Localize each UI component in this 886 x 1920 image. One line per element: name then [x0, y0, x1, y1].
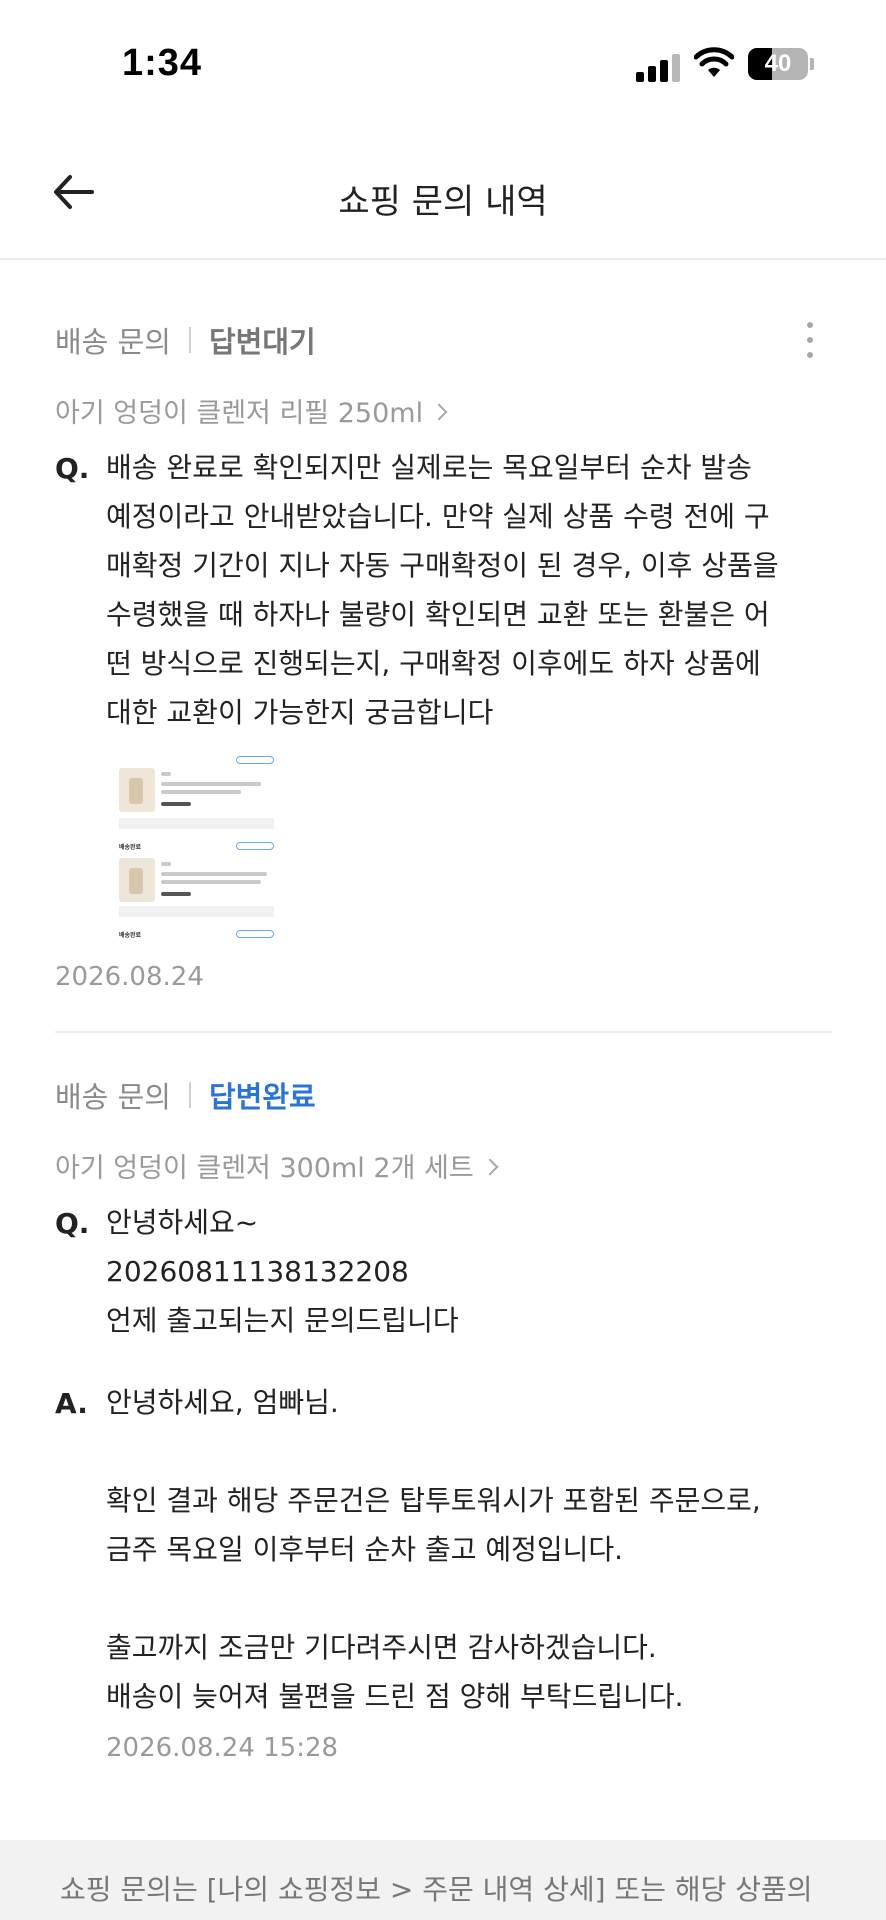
inquiry-status: 답변대기 [208, 325, 316, 359]
product-name: 아기 엉덩이 클렌저 리필 250ml [55, 398, 424, 429]
inquiry-category: 배송 문의 [55, 325, 171, 359]
question-text: 안녕하세요~ 20260811138132208 언제 출고되는지 문의드립니다 [106, 1206, 459, 1337]
question-mark-label: Q. [55, 452, 90, 485]
product-link[interactable]: 아기 엉덩이 클렌저 300ml 2개 세트 [55, 1146, 499, 1185]
cellular-signal-icon [636, 52, 680, 82]
battery-level: 40 [764, 50, 792, 77]
notice-section: 쇼핑 문의는 [나의 쇼핑정보 > 주문 내역 상세] 또는 해당 상품의 [0, 1840, 886, 1920]
inquiry-category: 배송 문의 [55, 1080, 171, 1114]
status-time: 1:34 [122, 42, 203, 84]
answer-date: 2026.08.24 15:28 [106, 1733, 339, 1763]
question-text: 배송 완료로 확인되지만 실제로는 목요일부터 순차 발송 예정이라고 안내받았… [106, 451, 779, 729]
inquiry-status: 답변완료 [208, 1080, 316, 1114]
status-bar: 1:34 40 [0, 0, 886, 130]
meta-separator [188, 327, 191, 353]
product-name: 아기 엉덩이 클렌저 300ml 2개 세트 [55, 1153, 474, 1184]
notice-text: 쇼핑 문의는 [나의 쇼핑정보 > 주문 내역 상세] 또는 해당 상품의 [60, 1868, 880, 1908]
chevron-right-icon [481, 1158, 499, 1175]
answer-mark-label: A. [55, 1387, 88, 1420]
chevron-right-icon [430, 403, 448, 420]
attachment-label: 배송완료 [119, 932, 142, 939]
page-title: 쇼핑 문의 내역 [338, 182, 548, 222]
inquiry-meta: 배송 문의 답변완료 [55, 1075, 316, 1115]
page: 1:34 40 쇼핑 문의 내역 배송 문의 답변대기 아기 엉덩이 클렌저 리… [0, 0, 886, 1920]
battery-icon: 40 [748, 48, 808, 80]
inquiry-date: 2026.08.24 [55, 962, 204, 992]
divider [55, 1031, 832, 1033]
battery-tip [810, 58, 814, 70]
answer-text: 안녕하세요, 엄빠님. 확인 결과 해당 주문건은 탑투토워시가 포함된 주문으… [106, 1386, 761, 1713]
more-options-button[interactable] [796, 318, 824, 362]
inquiry-meta: 배송 문의 답변대기 [55, 320, 316, 360]
question-mark-label: Q. [55, 1207, 90, 1240]
meta-separator [188, 1082, 191, 1108]
attachment-thumbnail[interactable]: 배송완료 배송완료 [115, 754, 278, 941]
app-header: 쇼핑 문의 내역 [0, 130, 886, 260]
attachment-label: 배송완료 [119, 844, 142, 851]
product-link[interactable]: 아기 엉덩이 클렌저 리필 250ml [55, 391, 448, 430]
wifi-icon [694, 47, 734, 77]
